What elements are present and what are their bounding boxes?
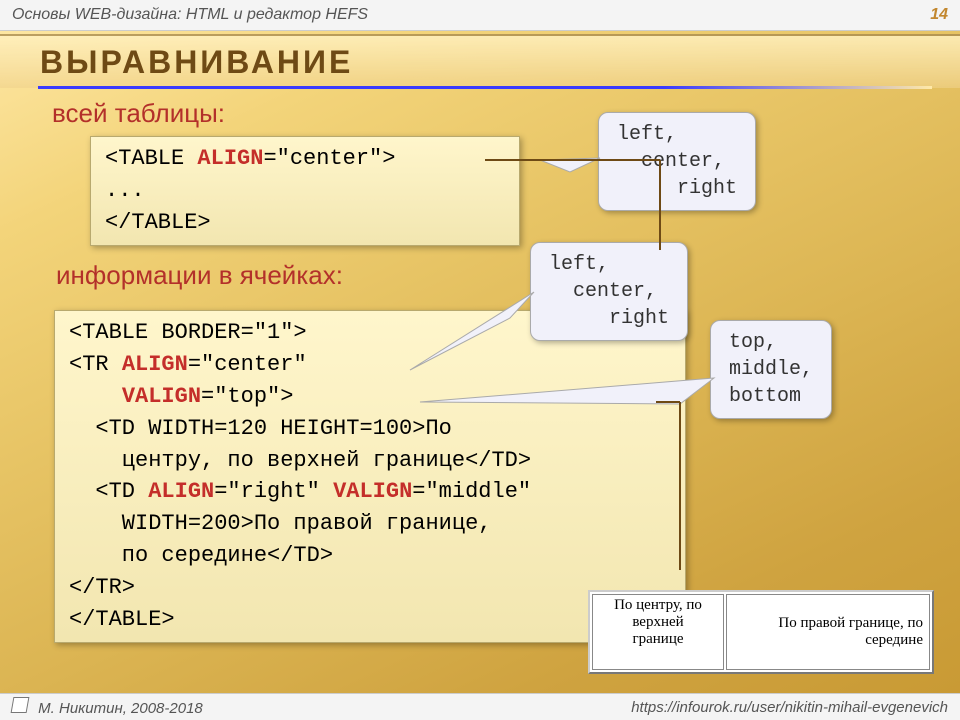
code-block-1: <TABLE ALIGN="center"> ... </TABLE>	[90, 136, 520, 246]
page-number: 14	[930, 6, 948, 24]
slide-title: Выравнивание	[40, 44, 353, 81]
code-text: <TD WIDTH=120 HEIGHT=100>По	[69, 416, 452, 441]
demo-cell-2: По правой границе, по середине	[726, 594, 930, 670]
code-text: <TR	[69, 352, 122, 377]
code-text: ="center">	[263, 146, 395, 171]
code-keyword: VALIGN	[333, 479, 412, 504]
code-keyword: ALIGN	[122, 352, 188, 377]
code-text: </TABLE>	[69, 607, 175, 632]
code-text: ="right"	[214, 479, 333, 504]
demo-cell-1: По центру, по верхней границе	[592, 594, 724, 670]
code-keyword: ALIGN	[197, 146, 263, 171]
footer-url: https://infourok.ru/user/nikitin-mihail-…	[631, 699, 948, 716]
slide: Основы WEB-дизайна: HTML и редактор HEFS…	[0, 0, 960, 720]
author-text: М. Никитин, 2008-2018	[38, 700, 203, 717]
code-text: ="middle"	[412, 479, 531, 504]
code-text: <TD	[69, 479, 148, 504]
title-bar: Выравнивание	[0, 34, 960, 88]
subject: Основы WEB-дизайна: HTML и редактор HEFS	[12, 6, 368, 24]
code-text: центру, по верхней границе</TD>	[69, 448, 531, 473]
code-text	[69, 384, 122, 409]
callout-align-cell: left, center, right	[530, 242, 688, 341]
demo-table: По центру, по верхней границе По правой …	[588, 590, 934, 674]
code-keyword: ALIGN	[148, 479, 214, 504]
footer-bar: М. Никитин, 2008-2018 https://infourok.r…	[0, 693, 960, 720]
code-text: ...	[105, 178, 145, 203]
code-text: WIDTH=200>По правой границе,	[69, 511, 491, 536]
callout-valign: top, middle, bottom	[710, 320, 832, 419]
subtitle-cells: информации в ячейках:	[56, 260, 343, 291]
code-text: по середине</TD>	[69, 543, 333, 568]
code-text: ="center"	[188, 352, 307, 377]
title-underline	[38, 86, 932, 89]
code-text: </TABLE>	[105, 210, 211, 235]
code-text: ="top">	[201, 384, 293, 409]
footer-author: М. Никитин, 2008-2018	[12, 697, 203, 717]
callout-align-table: left, center, right	[598, 112, 756, 211]
code-text: </TR>	[69, 575, 135, 600]
code-text: <TABLE BORDER="1">	[69, 320, 307, 345]
code-keyword: VALIGN	[122, 384, 201, 409]
subtitle-table: всей таблицы:	[52, 98, 225, 129]
header-bar: Основы WEB-дизайна: HTML и редактор HEFS…	[0, 0, 960, 31]
doc-icon	[11, 697, 30, 713]
code-text: <TABLE	[105, 146, 197, 171]
